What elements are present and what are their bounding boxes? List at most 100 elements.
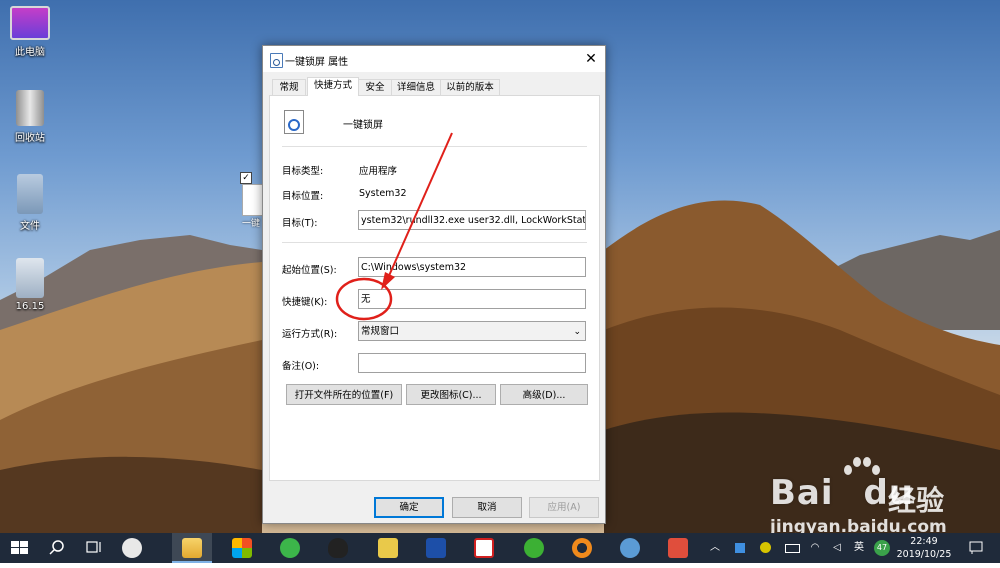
task-view-button[interactable] <box>74 533 114 563</box>
baidu-watermark: Bai du 经验 jingyan.baidu.com <box>770 455 970 545</box>
clock[interactable]: 22:49 2019/10/25 <box>893 535 955 561</box>
taskbar-app-browser[interactable] <box>270 533 310 563</box>
app-name: 一键锁屏 <box>343 120 383 131</box>
taskbar-app-coin[interactable] <box>368 533 408 563</box>
desktop-icon-recycle-bin[interactable]: 回收站 <box>0 90 60 144</box>
windows-logo-icon <box>11 541 28 554</box>
qq-penguin-icon <box>328 538 348 558</box>
dialog-title: 一键锁屏 属性 <box>285 57 349 68</box>
desktop-icon-this-pc[interactable]: 此电脑 <box>0 6 60 58</box>
shortcut-panel: 一键锁屏 目标类型: 应用程序 目标位置: System32 目标(T): ys… <box>269 95 600 481</box>
ime-indicator[interactable]: 英 <box>850 533 868 563</box>
properties-dialog: 一键锁屏 属性 ✕ 常规 快捷方式 安全 详细信息 以前的版本 一键锁屏 目标类… <box>262 45 606 524</box>
checkbox-icon[interactable]: ✓ <box>240 172 252 184</box>
wifi-icon[interactable]: ◠ <box>806 533 824 563</box>
start-in-label: 起始位置(S): <box>282 265 337 276</box>
run-select[interactable]: 常规窗口 ⌄ <box>358 321 586 341</box>
notification-badge[interactable]: 47 <box>872 533 892 563</box>
target-location-label: 目标位置: <box>282 191 324 202</box>
recycle-bin-icon <box>16 90 44 126</box>
desktop-icon-label: 文件 <box>20 221 40 232</box>
desktop-icon-files[interactable]: 文件 <box>0 174 60 232</box>
target-input[interactable]: ystem32\rundll32.exe user32.dll, LockWor… <box>358 210 586 230</box>
desktop-icon-document[interactable]: 16.15 <box>0 258 60 312</box>
tab-shortcut[interactable]: 快捷方式 <box>307 77 359 96</box>
action-center-button[interactable] <box>964 533 988 563</box>
coin-icon <box>378 538 398 558</box>
clock-time: 22:49 <box>910 536 938 547</box>
desktop-icon-label: 16.15 <box>15 301 45 312</box>
target-label: 目标(T): <box>282 218 318 229</box>
close-icon: ✕ <box>585 51 597 67</box>
tab-details[interactable]: 详细信息 <box>391 79 441 95</box>
run-select-value: 常规窗口 <box>361 326 400 337</box>
taskbar-app-game[interactable] <box>416 533 456 563</box>
dialog-titlebar[interactable]: 一键锁屏 属性 ✕ <box>263 46 605 72</box>
browser-ring-icon <box>572 538 592 558</box>
shortcut-key-input[interactable]: 无 <box>358 289 586 309</box>
search-button[interactable] <box>38 533 78 563</box>
target-location-value: System32 <box>359 188 407 199</box>
computer-icon <box>10 6 50 40</box>
ok-button[interactable]: 确定 <box>374 497 444 518</box>
taskbar-app-file-explorer[interactable] <box>172 533 212 563</box>
cancel-button[interactable]: 取消 <box>452 497 522 518</box>
game-icon <box>426 538 446 558</box>
pinwheel-icon <box>122 538 142 558</box>
start-in-input[interactable]: C:\Windows\system32 <box>358 257 586 277</box>
folder-icon <box>17 174 43 214</box>
app-icon <box>284 110 304 134</box>
desktop-icon-label: 一键 <box>242 219 261 229</box>
advanced-button[interactable]: 高级(D)... <box>500 384 588 405</box>
taskbar-app-pinwheel[interactable] <box>112 533 152 563</box>
open-file-location-button[interactable]: 打开文件所在的位置(F) <box>286 384 402 405</box>
clock-date: 2019/10/25 <box>896 549 952 560</box>
taskbar: ︿ ◠ ◁ 英 47 22:49 2019/10/25 <box>0 533 1000 563</box>
chevron-down-icon: ⌄ <box>573 327 581 337</box>
target-type-label: 目标类型: <box>282 166 324 177</box>
desktop-icon-label: 此电脑 <box>15 47 45 58</box>
shortcut-key-label: 快捷键(K): <box>282 297 328 308</box>
taskbar-app-penguin[interactable] <box>610 533 650 563</box>
wechat-icon <box>524 538 544 558</box>
run-label: 运行方式(R): <box>282 329 338 340</box>
shortcut-icon <box>270 53 283 68</box>
desktop-icon-lock-screen[interactable]: ✓ 一键 <box>238 172 266 229</box>
close-button[interactable]: ✕ <box>577 46 605 72</box>
taskbar-app-store[interactable] <box>222 533 262 563</box>
start-button[interactable] <box>0 533 40 563</box>
target-type-value: 应用程序 <box>359 166 398 177</box>
folder-icon <box>182 538 202 558</box>
battery-icon[interactable] <box>782 533 802 563</box>
task-view-icon <box>86 541 101 553</box>
volume-icon[interactable]: ◁ <box>828 533 846 563</box>
taskbar-app-qq[interactable] <box>318 533 358 563</box>
divider <box>282 146 587 147</box>
taskbar-app-firefox[interactable] <box>562 533 602 563</box>
taskbar-app-wps[interactable] <box>464 533 504 563</box>
store-icon <box>232 538 252 558</box>
penguin-icon <box>620 538 640 558</box>
tray-box-icon[interactable] <box>732 533 748 563</box>
tray-plus-icon[interactable] <box>756 533 774 563</box>
desktop-icon-label: 回收站 <box>15 133 45 144</box>
tab-general[interactable]: 常规 <box>272 79 306 95</box>
browser-icon <box>280 538 300 558</box>
show-hidden-icons-button[interactable]: ︿ <box>706 533 724 563</box>
document-icon <box>16 258 44 298</box>
message-icon <box>969 541 983 554</box>
watermark-cn: 经验 <box>888 484 945 517</box>
wps-icon <box>474 538 494 558</box>
power-icon <box>668 538 688 558</box>
apply-button[interactable]: 应用(A) <box>529 497 599 518</box>
change-icon-button[interactable]: 更改图标(C)... <box>406 384 496 405</box>
tab-security[interactable]: 安全 <box>358 79 392 95</box>
taskbar-app-wechat[interactable] <box>514 533 554 563</box>
tab-previous-versions[interactable]: 以前的版本 <box>440 79 500 95</box>
comment-label: 备注(O): <box>282 361 320 372</box>
taskbar-app-power[interactable] <box>658 533 698 563</box>
badge-count: 47 <box>874 540 890 556</box>
divider <box>282 242 587 243</box>
comment-input[interactable] <box>358 353 586 373</box>
search-icon <box>49 540 64 555</box>
